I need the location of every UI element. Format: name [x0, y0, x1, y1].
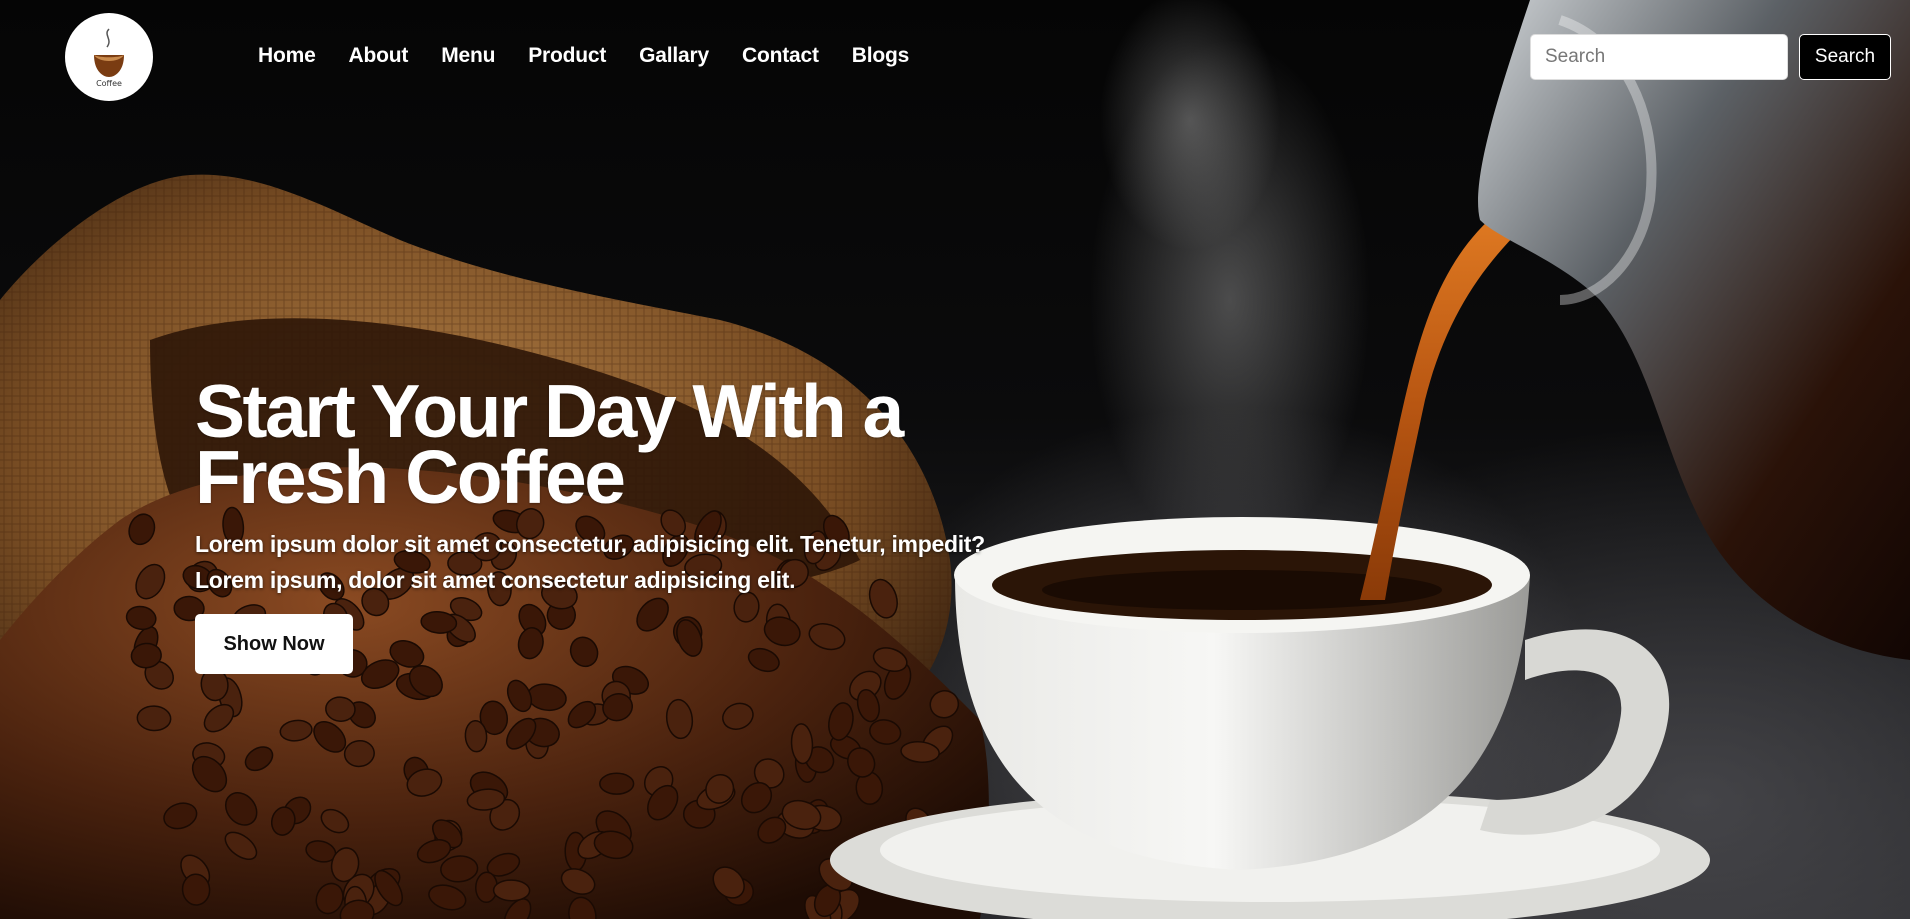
hero-section: Coffee Home About Menu Product Gallary C…: [0, 0, 1910, 919]
coffee-bean-decoration: [599, 772, 635, 795]
nav-item-home[interactable]: Home: [258, 44, 316, 68]
search-form: Search: [1530, 34, 1891, 80]
coffee-cup-icon: [94, 28, 124, 77]
coffee-bean-decoration: [492, 879, 531, 902]
nav-item-gallary[interactable]: Gallary: [639, 44, 709, 68]
search-button[interactable]: Search: [1799, 34, 1891, 80]
nav-item-contact[interactable]: Contact: [742, 44, 819, 68]
logo-text: Coffee: [96, 79, 122, 88]
main-nav: Home About Menu Product Gallary Contact …: [258, 44, 942, 68]
nav-item-product[interactable]: Product: [528, 44, 606, 68]
nav-item-blogs[interactable]: Blogs: [852, 44, 910, 68]
search-input[interactable]: [1530, 34, 1788, 80]
hero-title: Start Your Day With a Fresh Coffee: [195, 369, 904, 519]
hero-description: Lorem ipsum dolor sit amet consectetur, …: [195, 531, 985, 593]
nav-item-about[interactable]: About: [349, 44, 409, 68]
nav-item-menu[interactable]: Menu: [441, 44, 495, 68]
show-now-button[interactable]: Show Now: [195, 614, 353, 674]
brand-logo[interactable]: Coffee: [65, 13, 153, 101]
